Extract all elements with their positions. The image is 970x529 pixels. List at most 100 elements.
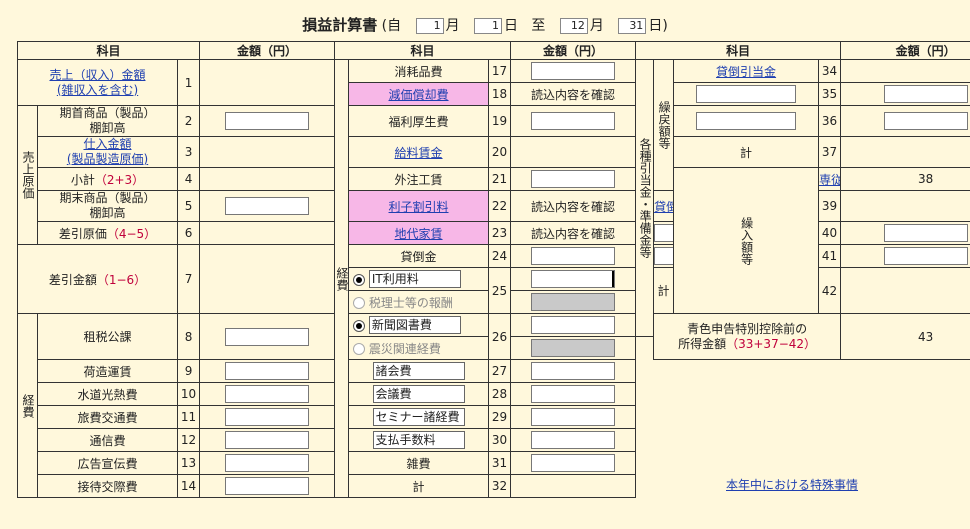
amount-41-cell[interactable] [840,244,970,268]
amount-26-input[interactable] [531,316,616,334]
amount-28-input[interactable] [531,385,616,403]
item-36-input[interactable] [696,112,797,130]
amount-8-input[interactable] [225,327,310,346]
item-39-label[interactable]: 貸倒引当金 [653,190,675,222]
amount-10-cell[interactable] [199,382,336,406]
amount-8-cell[interactable] [199,313,336,360]
item-26-option-news[interactable]: 新聞図書費 [348,313,490,337]
amount-19-input[interactable] [531,112,616,130]
amount-19-cell[interactable] [510,105,637,137]
amount-5-cell[interactable] [199,190,336,222]
item-29-cell[interactable]: セミナー諸経費 [348,405,490,429]
item-41-input[interactable] [654,247,673,265]
amount-5-input[interactable] [225,197,310,215]
item-18-label[interactable]: 減価償却費 [348,82,490,106]
amount-11-cell[interactable] [199,405,336,429]
seminar-field[interactable]: セミナー諸経費 [372,408,465,426]
amount-9-input[interactable] [225,362,310,380]
item-22-label[interactable]: 利子割引料 [348,190,490,222]
item-27-cell[interactable]: 諸会費 [348,359,490,383]
amount-17-cell[interactable] [510,59,637,83]
amount-35-cell[interactable] [840,82,970,106]
radio-it-fee[interactable] [353,273,366,286]
item-35-cell[interactable] [673,82,820,106]
amount-17-input[interactable] [531,62,616,80]
amount-40-input[interactable] [883,224,968,242]
item-40-input[interactable] [654,224,673,242]
amount-36-cell[interactable] [840,105,970,137]
special-circumstances-link[interactable]: 本年中における特殊事情 [726,476,858,493]
wages-link[interactable]: 給料賃金 [395,146,443,160]
amount-27-cell[interactable] [510,359,637,383]
item-38-label[interactable]: 専従者給与 [818,167,842,191]
sales-link[interactable]: 売上（収入）金額 [49,68,145,82]
item-34-label[interactable]: 貸倒引当金 [673,59,820,83]
amount-12-cell[interactable] [199,428,336,452]
amount-21-input[interactable] [531,170,616,188]
expenses-group-label: 経費 [334,59,350,498]
item-36-cell[interactable] [673,105,820,137]
newspaper-field[interactable]: 新聞図書費 [368,316,461,334]
item-30-cell[interactable]: 支払手数料 [348,428,490,452]
interest-link[interactable]: 利子割引料 [389,200,449,214]
item-20-label[interactable]: 給料賃金 [348,136,490,168]
bad-debt-reserve-link-39[interactable]: 貸倒引当金 [655,200,673,214]
item-28-cell[interactable]: 会議費 [348,382,490,406]
fees-field[interactable]: 支払手数料 [372,431,465,449]
sales-label[interactable]: 売上（収入）金額 (雑収入を含む) [17,59,178,106]
purchase-sub-link[interactable]: (製品製造原価) [67,152,148,166]
amount-30-input[interactable] [531,431,616,449]
item-35-input[interactable] [696,85,797,103]
amount-25-input[interactable] [531,270,616,288]
item-25-option-tax[interactable]: 税理士等の報酬 [348,290,490,314]
to-day-field[interactable]: 31 [618,18,647,34]
amount-27-input[interactable] [531,362,616,380]
depreciation-link[interactable]: 減価償却費 [389,88,449,102]
amount-10-input[interactable] [225,385,310,403]
amount-29-input[interactable] [531,408,616,426]
purchase-link[interactable]: 仕入金額 [83,138,131,152]
sales-sub-link[interactable]: (雑収入を含む) [57,83,138,97]
item-23-label[interactable]: 地代家賃 [348,221,490,245]
from-day-field[interactable]: 1 [474,18,503,34]
amount-25-cell[interactable] [510,267,637,291]
dues-field[interactable]: 諸会費 [372,362,465,380]
item-40-cell[interactable] [653,221,675,245]
rent-link[interactable]: 地代家賃 [395,227,443,241]
amount-21-cell[interactable] [510,167,637,191]
radio-tax-accountant[interactable] [353,297,366,309]
from-month-field[interactable]: 1 [415,18,444,34]
meeting-field[interactable]: 会議費 [372,385,465,403]
item-3-label[interactable]: 仕入金額 (製品製造原価) [37,136,178,168]
it-fee-field[interactable]: IT利用料 [368,270,461,288]
amount-9-cell[interactable] [199,359,336,383]
bad-debt-reserve-link-34[interactable]: 貸倒引当金 [716,65,776,79]
amount-24-input[interactable] [531,247,616,265]
amount-35-input[interactable] [883,85,968,103]
item-25-option-it[interactable]: IT利用料 [348,267,490,291]
amount-11-input[interactable] [225,408,310,426]
amount-28-cell[interactable] [510,382,637,406]
amount-26-cell[interactable] [510,313,637,337]
amount-2-cell[interactable] [199,105,336,137]
amount-13-input[interactable] [225,454,310,472]
radio-newspaper[interactable] [353,319,366,332]
to-month-field[interactable]: 12 [559,18,588,34]
amount-14-cell[interactable] [199,474,336,498]
amount-2-input[interactable] [225,112,310,130]
amount-30-cell[interactable] [510,428,637,452]
amount-13-cell[interactable] [199,451,336,475]
amount-14-input[interactable] [225,477,310,495]
amount-31-cell[interactable] [510,451,637,475]
amount-36-input[interactable] [883,112,968,130]
item-41-cell[interactable] [653,244,675,268]
radio-disaster[interactable] [353,343,366,355]
amount-12-input[interactable] [225,431,310,449]
amount-29-cell[interactable] [510,405,637,429]
item-26-option-disaster[interactable]: 震災関連経費 [348,336,490,360]
amount-31-input[interactable] [531,454,616,472]
amount-24-cell[interactable] [510,244,637,268]
amount-41-input[interactable] [883,247,968,265]
family-salary-link[interactable]: 専従者給与 [820,173,840,187]
amount-40-cell[interactable] [840,221,970,245]
